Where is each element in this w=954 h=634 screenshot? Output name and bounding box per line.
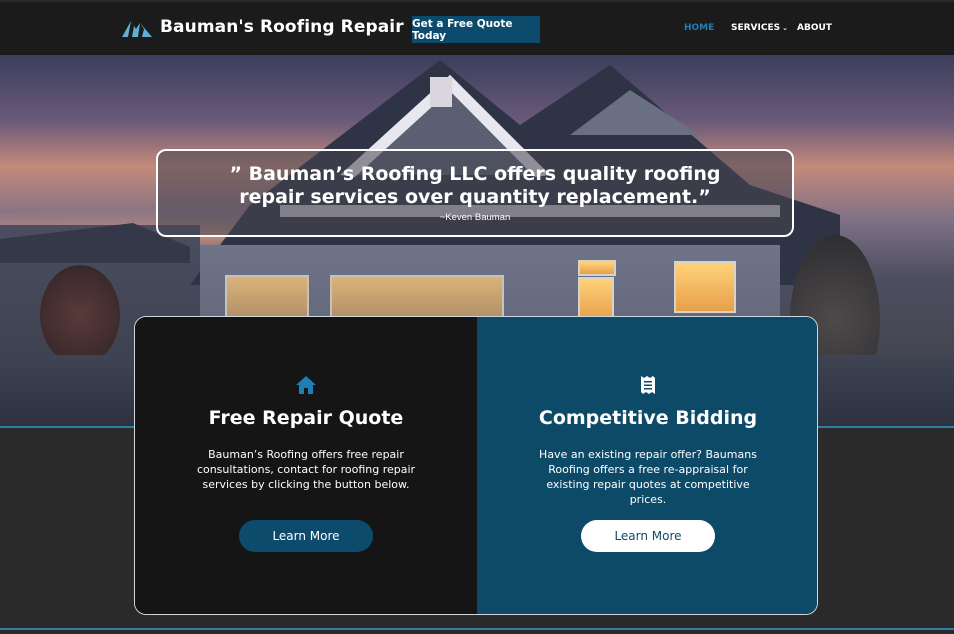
nav-about[interactable]: ABOUT xyxy=(797,23,832,33)
quote-text: ” Bauman’s Roofing LLC offers quality ro… xyxy=(229,163,721,208)
tree-left xyxy=(40,265,120,365)
home-icon xyxy=(135,375,477,397)
card-competitive-bidding: Competitive Bidding Have an existing rep… xyxy=(477,317,817,614)
nav-services-label: SERVICES xyxy=(731,23,781,33)
nav-home[interactable]: HOME xyxy=(684,23,714,33)
receipt-icon xyxy=(477,375,817,397)
brand-name: Bauman's Roofing Repair xyxy=(160,17,404,37)
quote-box: ” Bauman’s Roofing LLC offers quality ro… xyxy=(156,149,794,237)
free-quote-button[interactable]: Get a Free Quote Today xyxy=(412,16,540,43)
footer-divider xyxy=(0,628,954,630)
card-free-repair-quote: Free Repair Quote Bauman’s Roofing offer… xyxy=(135,317,477,614)
card-text: Bauman’s Roofing offers free repair cons… xyxy=(196,448,416,491)
mountain-logo-icon xyxy=(122,21,152,37)
learn-more-button[interactable]: Learn More xyxy=(581,520,715,552)
chevron-down-icon: ⌄ xyxy=(782,24,788,32)
card-title: Free Repair Quote xyxy=(208,407,404,429)
nav-services[interactable]: SERVICES ⌄ xyxy=(731,23,788,33)
quote-author: ~Keven Bauman xyxy=(439,212,511,223)
card-title: Competitive Bidding xyxy=(538,407,758,429)
learn-more-button[interactable]: Learn More xyxy=(239,520,373,552)
house-window xyxy=(674,261,736,313)
brand[interactable]: Bauman's Roofing Repair xyxy=(122,17,404,37)
site-header: Bauman's Roofing Repair Get a Free Quote… xyxy=(0,2,954,55)
feature-cards: Free Repair Quote Bauman’s Roofing offer… xyxy=(134,316,818,615)
front-door-window xyxy=(578,277,614,321)
card-text: Have an existing repair offer? Baumans R… xyxy=(539,448,757,506)
transom-window xyxy=(578,260,616,276)
page: Bauman's Roofing Repair Get a Free Quote… xyxy=(0,0,954,634)
